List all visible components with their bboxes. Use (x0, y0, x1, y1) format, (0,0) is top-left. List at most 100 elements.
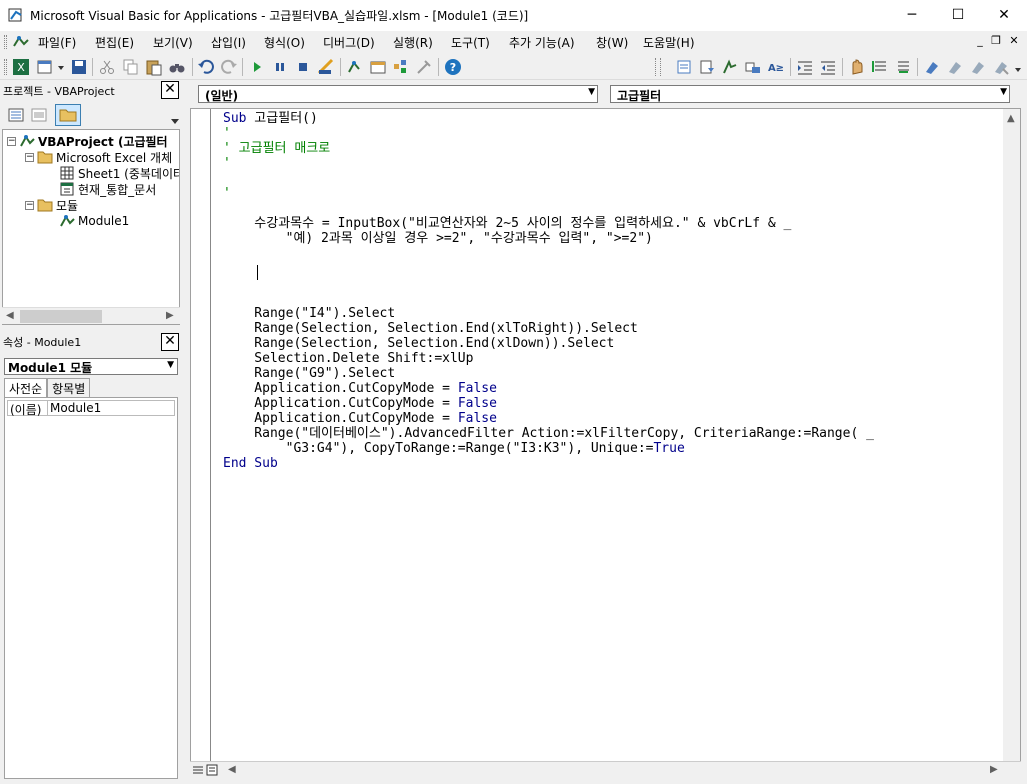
menu-insert[interactable]: 삽입(I) (211, 34, 246, 51)
edit-toolbar-grip[interactable] (655, 58, 661, 76)
scroll-left-icon[interactable]: ◀ (228, 764, 236, 775)
outdent-icon[interactable] (819, 58, 837, 76)
code-line[interactable]: End Sub (223, 456, 874, 471)
scroll-down-icon[interactable] (170, 116, 180, 126)
toggle-folders-button[interactable] (55, 104, 81, 126)
property-value[interactable]: Module1 (48, 401, 101, 415)
copy-icon[interactable] (122, 58, 140, 76)
mdi-minimize-button[interactable]: _ (972, 34, 988, 47)
close-button[interactable]: ✕ (981, 0, 1027, 31)
clear-bookmarks-icon[interactable] (992, 58, 1010, 76)
comment-block-icon[interactable] (871, 58, 889, 76)
scroll-up-icon[interactable]: ▲ (1007, 113, 1015, 124)
code-line[interactable]: Application.CutCopyMode = False (223, 381, 874, 396)
code-line[interactable] (223, 246, 874, 261)
toolbar-grip[interactable] (4, 59, 7, 75)
menu-format[interactable]: 형식(O) (264, 34, 305, 51)
find-icon[interactable] (168, 58, 186, 76)
code-line[interactable]: ' (223, 126, 874, 141)
list-constants-icon[interactable] (698, 58, 716, 76)
code-hscrollbar[interactable]: ◀ ▶ (190, 761, 1021, 778)
grip-handle[interactable] (4, 35, 7, 49)
code-line[interactable]: Selection.Delete Shift:=xlUp (223, 351, 874, 366)
menu-addins[interactable]: 추가 기능(A) (509, 34, 575, 51)
tree-node-modules[interactable]: − 모듈 (25, 197, 78, 213)
margin-indicator-bar[interactable] (191, 109, 211, 761)
tree-node-vbaproject[interactable]: − VBAProject (고급필터 (7, 133, 168, 149)
menu-run[interactable]: 실행(R) (393, 34, 433, 51)
chevron-down-icon[interactable]: ▼ (588, 87, 595, 97)
menu-debug[interactable]: 디버그(D) (323, 34, 375, 51)
properties-object-select[interactable]: Module1 모듈 ▼ (4, 358, 178, 375)
object-browser-icon[interactable] (392, 58, 410, 76)
insert-object-icon[interactable] (36, 58, 54, 76)
procedure-view-icon[interactable] (192, 764, 204, 776)
code-line[interactable] (223, 201, 874, 216)
code-line[interactable]: Range("G9").Select (223, 366, 874, 381)
expander-toggle[interactable]: − (25, 200, 34, 210)
procedure-select[interactable]: 고급필터 ▼ (610, 85, 1010, 103)
toolbar-overflow-icon[interactable] (1013, 58, 1023, 76)
menu-file[interactable]: 파일(F) (38, 34, 76, 51)
property-row-name[interactable]: (이름) Module1 (7, 400, 175, 417)
code-line[interactable]: ' (223, 156, 874, 171)
toolbox-icon[interactable] (415, 58, 433, 76)
insert-dropdown-icon[interactable] (56, 58, 66, 76)
code-line[interactable]: Range("데이터베이스").AdvancedFilter Action:=x… (223, 426, 874, 441)
code-line[interactable]: ' (223, 186, 874, 201)
maximize-button[interactable]: ☐ (935, 0, 981, 31)
code-text[interactable]: Sub 고급필터() ' ' 고급필터 매크로 ' ' 수강과목수 = InputBox… (223, 111, 874, 471)
tree-node-thisworkbook[interactable]: 현재_통합_문서 (59, 181, 156, 197)
cut-icon[interactable] (98, 58, 116, 76)
parameter-info-icon[interactable] (744, 58, 762, 76)
mdi-close-button[interactable]: ✕ (1006, 34, 1022, 47)
menu-window[interactable]: 창(W) (596, 34, 628, 51)
code-line[interactable]: "G3:G4"), CopyToRange:=Range("I3:K3"), U… (223, 441, 874, 456)
full-module-view-icon[interactable] (206, 764, 218, 776)
expander-toggle[interactable]: − (7, 136, 16, 146)
paste-icon[interactable] (145, 58, 163, 76)
tree-node-sheet1[interactable]: Sheet1 (중복데이터 (59, 165, 179, 181)
chevron-down-icon[interactable]: ▼ (167, 360, 174, 370)
previous-bookmark-icon[interactable] (969, 58, 987, 76)
run-icon[interactable] (248, 58, 266, 76)
tree-node-excel-objects[interactable]: − Microsoft Excel 개체 (25, 149, 172, 165)
project-explorer-icon[interactable] (346, 58, 364, 76)
code-line[interactable]: 수강과목수 = InputBox("비교연산자와 2~5 사이의 정수를 입력하… (223, 216, 874, 231)
properties-window-icon[interactable] (369, 58, 387, 76)
mdi-restore-button[interactable]: ❐ (988, 34, 1004, 47)
redo-icon[interactable] (220, 58, 238, 76)
next-bookmark-icon[interactable] (946, 58, 964, 76)
code-line[interactable]: "예) 2과목 이상일 경우 >=2", "수강과목수 입력", ">=2") (223, 231, 874, 246)
uncomment-block-icon[interactable] (894, 58, 912, 76)
tree-node-module1[interactable]: Module1 (59, 213, 129, 229)
scroll-right-icon[interactable]: ▶ (990, 764, 998, 775)
excel-view-icon[interactable]: X (12, 58, 30, 76)
scroll-left-icon[interactable]: ◀ (6, 310, 14, 321)
minimize-button[interactable]: ─ (889, 0, 935, 31)
break-icon[interactable] (271, 58, 289, 76)
code-line[interactable] (223, 171, 874, 186)
menu-edit[interactable]: 편집(E) (95, 34, 134, 51)
complete-word-icon[interactable]: A≥ (767, 58, 785, 76)
tab-alphabetic[interactable]: 사전순 (4, 378, 48, 397)
indent-icon[interactable] (796, 58, 814, 76)
toggle-bookmark-icon[interactable] (923, 58, 941, 76)
project-panel-close-button[interactable]: ✕ (161, 81, 179, 99)
expander-toggle[interactable]: − (25, 152, 34, 162)
project-tree-hscrollbar[interactable]: ◀ ▶ (2, 307, 180, 324)
vba-menu-icon[interactable] (12, 34, 30, 50)
menu-help[interactable]: 도움말(H) (643, 34, 695, 51)
view-code-icon[interactable] (7, 106, 25, 124)
code-line[interactable] (223, 291, 874, 306)
chevron-down-icon[interactable]: ▼ (1000, 87, 1007, 97)
reset-icon[interactable] (294, 58, 312, 76)
quick-info-icon[interactable] (721, 58, 739, 76)
design-mode-icon[interactable] (317, 58, 335, 76)
code-line[interactable] (223, 261, 874, 276)
code-line[interactable]: ' 고급필터 매크로 (223, 141, 874, 156)
code-editor[interactable]: Sub 고급필터() ' ' 고급필터 매크로 ' ' 수강과목수 = InputBox… (190, 108, 1021, 775)
toggle-breakpoint-icon[interactable] (848, 58, 866, 76)
code-line[interactable]: Sub 고급필터() (223, 111, 874, 126)
code-line[interactable]: Application.CutCopyMode = False (223, 411, 874, 426)
